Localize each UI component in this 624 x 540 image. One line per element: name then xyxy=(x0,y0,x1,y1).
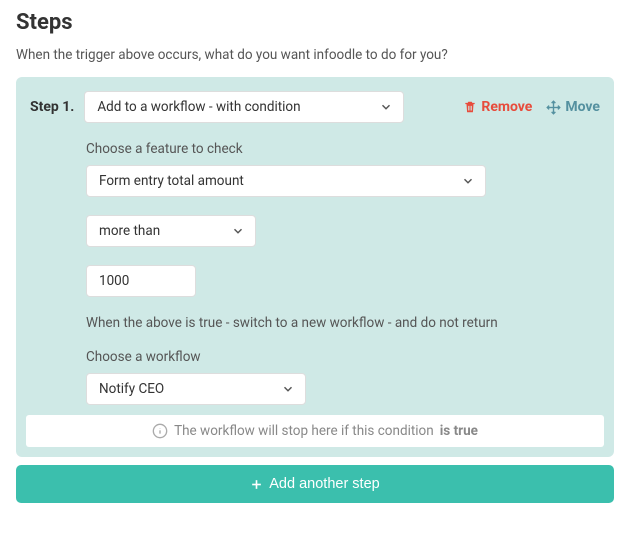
info-icon xyxy=(152,423,168,439)
action-type-select[interactable]: Add to a workflow - with condition xyxy=(84,91,404,123)
move-icon xyxy=(546,100,561,115)
switch-helper-text: When the above is true - switch to a new… xyxy=(86,315,600,331)
step-header: Step 1. Add to a workflow - with conditi… xyxy=(30,91,600,123)
page-subtitle: When the trigger above occurs, what do y… xyxy=(16,47,614,63)
amount-input[interactable] xyxy=(86,265,196,297)
comparator-value: more than xyxy=(99,223,160,239)
workflow-label: Choose a workflow xyxy=(86,349,600,365)
feature-label: Choose a feature to check xyxy=(86,141,600,157)
trash-icon xyxy=(463,100,477,114)
workflow-value: Notify CEO xyxy=(99,381,164,397)
chevron-down-icon xyxy=(461,174,475,188)
move-button[interactable]: Move xyxy=(546,99,600,115)
plus-icon xyxy=(250,478,263,491)
feature-select[interactable]: Form entry total amount xyxy=(86,165,486,197)
page-title: Steps xyxy=(16,10,614,35)
action-type-value: Add to a workflow - with condition xyxy=(97,99,300,115)
workflow-select[interactable]: Notify CEO xyxy=(86,373,306,405)
step-number-label: Step 1. xyxy=(30,99,74,115)
chevron-down-icon xyxy=(379,100,393,114)
move-label: Move xyxy=(565,99,600,115)
comparator-select[interactable]: more than xyxy=(86,215,256,247)
add-step-button[interactable]: Add another step xyxy=(16,465,614,503)
chevron-down-icon xyxy=(281,382,295,396)
add-step-label: Add another step xyxy=(269,476,379,492)
notice-bold: is true xyxy=(440,423,478,439)
notice-text: The workflow will stop here if this cond… xyxy=(174,423,434,439)
step-card: Step 1. Add to a workflow - with conditi… xyxy=(16,77,614,457)
feature-value: Form entry total amount xyxy=(99,173,244,189)
remove-label: Remove xyxy=(481,99,532,115)
condition-notice: The workflow will stop here if this cond… xyxy=(26,415,604,447)
remove-button[interactable]: Remove xyxy=(463,99,532,115)
chevron-down-icon xyxy=(231,224,245,238)
